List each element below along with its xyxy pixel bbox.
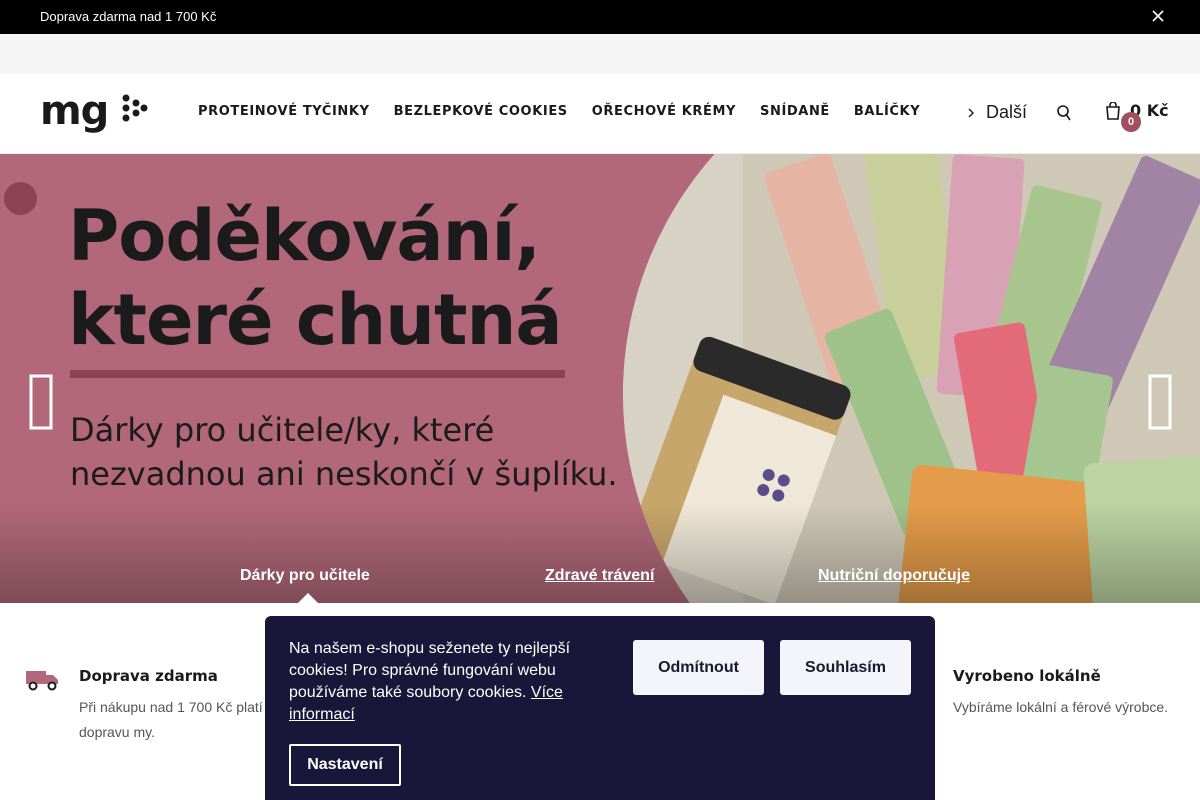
nav-item-nut-creams[interactable]: OŘECHOVÉ KRÉMY xyxy=(592,104,736,119)
hero-subline2: nezvadnou ani neskončí v šuplíku. xyxy=(70,455,618,493)
close-icon[interactable] xyxy=(1150,8,1166,24)
hero-headline-line1: Poděkování, xyxy=(68,195,541,277)
nav-item-breakfast[interactable]: SNÍDANĚ xyxy=(760,104,830,119)
cookie-message: Na našem e-shopu seženete ty nejlepší co… xyxy=(289,640,571,701)
arrow-left-icon[interactable] xyxy=(29,374,53,430)
benefit-desc-line2: dopravu my. xyxy=(79,724,155,740)
cart-count-badge: 0 xyxy=(1121,112,1141,132)
main-nav: PROTEINOVÉ TYČINKY BEZLEPKOVÉ COOKIES OŘ… xyxy=(198,104,920,119)
site-header: mg PROTEINOVÉ TYČINKY BEZLEPKOVÉ COOKIES… xyxy=(0,74,1200,154)
hero-tabs: Dárky pro učitele Zdravé trávení Nutričn… xyxy=(0,567,1200,603)
nav-item-protein-bars[interactable]: PROTEINOVÉ TYČINKY xyxy=(198,104,370,119)
benefit-local: Vyrobeno lokálně Vybíráme lokální a féro… xyxy=(953,667,1168,720)
benefit-desc: Při nákupu nad 1 700 Kč platí dopravu my… xyxy=(79,695,263,745)
benefit-desc: Vybíráme lokální a férové výrobce. xyxy=(953,695,1168,720)
settings-button[interactable]: Nastavení xyxy=(289,744,401,786)
benefit-free-shipping: Doprava zdarma Při nákupu nad 1 700 Kč p… xyxy=(79,667,263,745)
benefit-title: Doprava zdarma xyxy=(79,667,218,685)
promo-bar: Doprava zdarma nad 1 700 Kč xyxy=(0,0,1200,34)
spacer-strip xyxy=(0,34,1200,74)
hero-headline: Poděkování, které chutná xyxy=(68,194,563,362)
hero-headline-line2: které chutná xyxy=(68,279,563,361)
headline-underline xyxy=(70,370,565,378)
promo-message: Doprava zdarma nad 1 700 Kč xyxy=(40,9,217,24)
nav-item-bundles[interactable]: BALÍČKY xyxy=(854,104,920,119)
truck-icon xyxy=(26,671,58,691)
svg-text:mg: mg xyxy=(40,92,108,134)
accept-button[interactable]: Souhlasím xyxy=(780,640,911,695)
nav-item-cookies[interactable]: BEZLEPKOVÉ COOKIES xyxy=(394,104,568,119)
cookie-text: Na našem e-shopu seženete ty nejlepší co… xyxy=(289,638,589,726)
arrow-right-icon[interactable] xyxy=(1148,374,1172,430)
cookie-consent-panel: Na našem e-shopu seženete ty nejlepší co… xyxy=(265,616,935,800)
hero-subheadline: Dárky pro učitele/ky, které nezvadnou an… xyxy=(70,408,618,496)
more-menu[interactable]: Další xyxy=(968,102,1027,123)
chevron-down-icon xyxy=(968,108,974,117)
tab-teacher-gifts[interactable]: Dárky pro učitele xyxy=(240,567,370,585)
tab-nutrition-recommends[interactable]: Nutriční doporučuje xyxy=(818,567,970,585)
hero-banner[interactable]: Poděkování, které chutná Dárky pro učite… xyxy=(0,154,1200,603)
benefit-desc-line1: Vybíráme lokální a férové výrobce. xyxy=(953,699,1169,715)
benefit-desc-line1: Při nákupu nad 1 700 Kč platí xyxy=(79,699,263,715)
tab-healthy-digestion[interactable]: Zdravé trávení xyxy=(545,567,654,585)
reject-button[interactable]: Odmítnout xyxy=(633,640,764,695)
benefit-title: Vyrobeno lokálně xyxy=(953,667,1101,685)
decorative-dot xyxy=(4,182,37,215)
active-tab-caret xyxy=(298,593,318,603)
hero-subline1: Dárky pro učitele/ky, které xyxy=(70,411,495,449)
more-label: Další xyxy=(986,102,1028,122)
cart-icon[interactable] xyxy=(1106,102,1120,120)
logo[interactable]: mg xyxy=(40,92,150,136)
search-icon[interactable] xyxy=(1057,104,1071,122)
